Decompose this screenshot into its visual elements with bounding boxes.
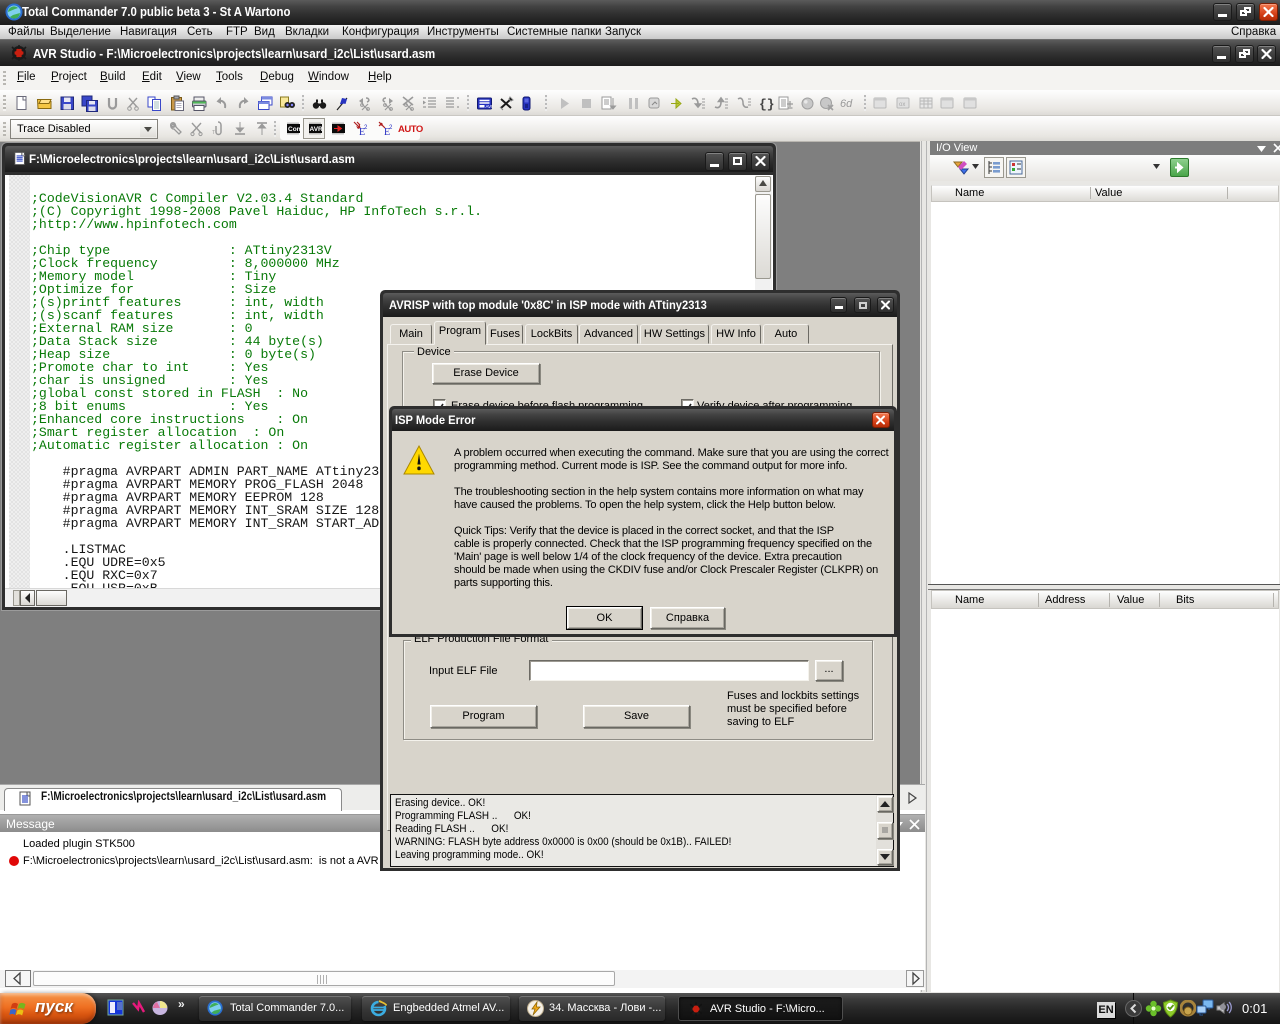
svg-text:ox: ox — [899, 102, 905, 108]
svg-text:AVR: AVR — [486, 104, 494, 109]
svg-text:2: 2 — [364, 125, 368, 131]
svg-text:AVR: AVR — [310, 126, 324, 133]
svg-text:{}: {} — [759, 97, 774, 112]
svg-text:T: T — [212, 130, 215, 136]
svg-text:2: 2 — [389, 125, 393, 131]
svg-text:6d: 6d — [840, 98, 853, 110]
svg-text:Con: Con — [288, 126, 301, 133]
svg-text:AUTO: AUTO — [398, 124, 423, 135]
